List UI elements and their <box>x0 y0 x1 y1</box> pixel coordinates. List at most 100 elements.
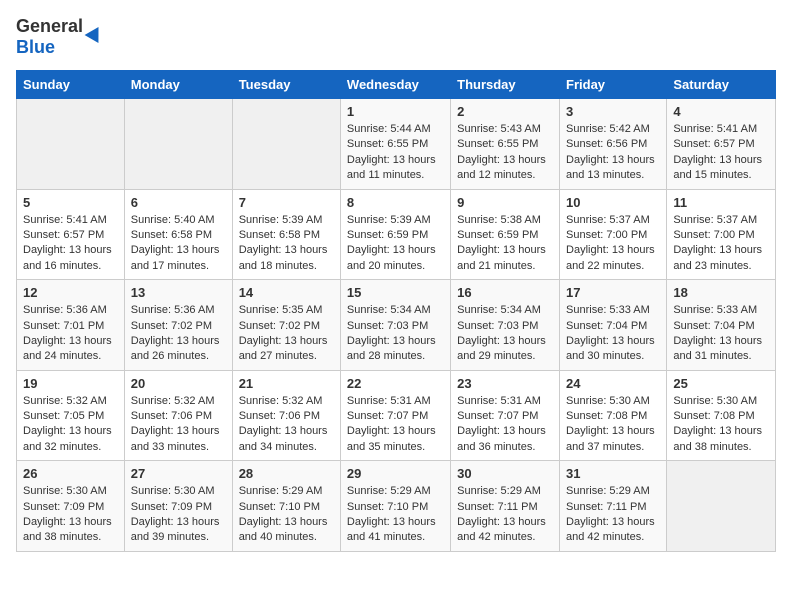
weekday-header-saturday: Saturday <box>667 71 776 99</box>
day-info: Sunrise: 5:42 AMSunset: 6:56 PMDaylight:… <box>566 122 660 184</box>
day-info: Sunrise: 5:39 AMSunset: 6:58 PMDaylight:… <box>239 213 334 275</box>
weekday-header-row: SundayMondayTuesdayWednesdayThursdayFrid… <box>17 71 776 99</box>
day-number: 16 <box>457 285 553 300</box>
calendar-cell: 7 Sunrise: 5:39 AMSunset: 6:58 PMDaylight… <box>232 189 340 280</box>
calendar-cell: 18 Sunrise: 5:33 AMSunset: 7:04 PMDayligh… <box>667 280 776 371</box>
day-info: Sunrise: 5:34 AMSunset: 7:03 PMDaylight:… <box>347 303 444 365</box>
calendar-cell <box>124 99 232 190</box>
logo-row: General Blue <box>16 16 103 58</box>
day-info: Sunrise: 5:38 AMSunset: 6:59 PMDaylight:… <box>457 213 553 275</box>
day-number: 18 <box>673 285 769 300</box>
day-info: Sunrise: 5:39 AMSunset: 6:59 PMDaylight:… <box>347 213 444 275</box>
calendar-cell: 8Sunrise: 5:39 AMSunset: 6:59 PMDaylight… <box>340 189 450 280</box>
calendar-week-row: 5 Sunrise: 5:41 AMSunset: 6:57 PMDaylight… <box>17 189 776 280</box>
day-number: 2 <box>457 104 553 119</box>
day-number: 17 <box>566 285 660 300</box>
logo-text-group: General Blue <box>16 16 83 58</box>
day-number: 27 <box>131 466 226 481</box>
day-info: Sunrise: 5:34 AMSunset: 7:03 PMDaylight:… <box>457 303 553 365</box>
logo: General Blue <box>16 16 103 58</box>
day-number: 10 <box>566 195 660 210</box>
day-number: 20 <box>131 376 226 391</box>
weekday-header-thursday: Thursday <box>451 71 560 99</box>
day-info: Sunrise: 5:44 AMSunset: 6:55 PMDaylight:… <box>347 122 444 184</box>
weekday-header-monday: Monday <box>124 71 232 99</box>
day-number: 13 <box>131 285 226 300</box>
weekday-header-tuesday: Tuesday <box>232 71 340 99</box>
logo-general-label: General <box>16 16 83 37</box>
calendar-cell: 29 Sunrise: 5:29 AMSunset: 7:10 PMDayligh… <box>340 461 450 552</box>
calendar-cell: 15 Sunrise: 5:34 AMSunset: 7:03 PMDayligh… <box>340 280 450 371</box>
day-info: Sunrise: 5:41 AMSunset: 6:57 PMDaylight:… <box>23 213 118 275</box>
calendar-cell: 31Sunrise: 5:29 AMSunset: 7:11 PMDayligh… <box>560 461 667 552</box>
calendar-cell: 6Sunrise: 5:40 AMSunset: 6:58 PMDaylight… <box>124 189 232 280</box>
calendar-cell: 17 Sunrise: 5:33 AMSunset: 7:04 PMDayligh… <box>560 280 667 371</box>
calendar-cell: 22 Sunrise: 5:31 AMSunset: 7:07 PMDayligh… <box>340 370 450 461</box>
day-info: Sunrise: 5:37 AMSunset: 7:00 PMDaylight:… <box>566 213 660 275</box>
calendar-week-row: 26 Sunrise: 5:30 AMSunset: 7:09 PMDayligh… <box>17 461 776 552</box>
day-info: Sunrise: 5:30 AMSunset: 7:09 PMDaylight:… <box>23 484 118 546</box>
day-info: Sunrise: 5:35 AMSunset: 7:02 PMDaylight:… <box>239 303 334 365</box>
calendar-table: SundayMondayTuesdayWednesdayThursdayFrid… <box>16 70 776 552</box>
day-number: 12 <box>23 285 118 300</box>
day-number: 23 <box>457 376 553 391</box>
calendar-cell: 28Sunrise: 5:29 AMSunset: 7:10 PMDayligh… <box>232 461 340 552</box>
calendar-cell: 19 Sunrise: 5:32 AMSunset: 7:05 PMDayligh… <box>17 370 125 461</box>
calendar-cell: 16 Sunrise: 5:34 AMSunset: 7:03 PMDayligh… <box>451 280 560 371</box>
calendar-week-row: 1 Sunrise: 5:44 AMSunset: 6:55 PMDaylight… <box>17 99 776 190</box>
day-info: Sunrise: 5:32 AMSunset: 7:06 PMDaylight:… <box>131 394 226 456</box>
calendar-cell: 14 Sunrise: 5:35 AMSunset: 7:02 PMDayligh… <box>232 280 340 371</box>
calendar-cell: 10 Sunrise: 5:37 AMSunset: 7:00 PMDayligh… <box>560 189 667 280</box>
weekday-header-friday: Friday <box>560 71 667 99</box>
day-number: 7 <box>239 195 334 210</box>
calendar-cell: 24 Sunrise: 5:30 AMSunset: 7:08 PMDayligh… <box>560 370 667 461</box>
day-info: Sunrise: 5:29 AMSunset: 7:11 PMDaylight:… <box>566 484 660 546</box>
day-number: 26 <box>23 466 118 481</box>
day-info: Sunrise: 5:33 AMSunset: 7:04 PMDaylight:… <box>673 303 769 365</box>
day-number: 25 <box>673 376 769 391</box>
day-info: Sunrise: 5:37 AMSunset: 7:00 PMDaylight:… <box>673 213 769 275</box>
calendar-cell: 25Sunrise: 5:30 AMSunset: 7:08 PMDayligh… <box>667 370 776 461</box>
day-info: Sunrise: 5:29 AMSunset: 7:10 PMDaylight:… <box>239 484 334 546</box>
calendar-cell: 23 Sunrise: 5:31 AMSunset: 7:07 PMDayligh… <box>451 370 560 461</box>
weekday-header-sunday: Sunday <box>17 71 125 99</box>
calendar-cell: 11 Sunrise: 5:37 AMSunset: 7:00 PMDayligh… <box>667 189 776 280</box>
logo-triangle-icon <box>85 23 106 43</box>
day-info: Sunrise: 5:32 AMSunset: 7:06 PMDaylight:… <box>239 394 334 456</box>
calendar-cell: 1 Sunrise: 5:44 AMSunset: 6:55 PMDaylight… <box>340 99 450 190</box>
day-number: 29 <box>347 466 444 481</box>
calendar-cell: 5 Sunrise: 5:41 AMSunset: 6:57 PMDaylight… <box>17 189 125 280</box>
day-info: Sunrise: 5:33 AMSunset: 7:04 PMDaylight:… <box>566 303 660 365</box>
day-number: 5 <box>23 195 118 210</box>
day-number: 11 <box>673 195 769 210</box>
logo-blue-label: Blue <box>16 37 83 58</box>
day-info: Sunrise: 5:32 AMSunset: 7:05 PMDaylight:… <box>23 394 118 456</box>
day-number: 4 <box>673 104 769 119</box>
day-number: 24 <box>566 376 660 391</box>
calendar-cell <box>667 461 776 552</box>
calendar-cell: 12Sunrise: 5:36 AMSunset: 7:01 PMDayligh… <box>17 280 125 371</box>
day-number: 15 <box>347 285 444 300</box>
day-info: Sunrise: 5:31 AMSunset: 7:07 PMDaylight:… <box>347 394 444 456</box>
day-number: 6 <box>131 195 226 210</box>
day-info: Sunrise: 5:29 AMSunset: 7:11 PMDaylight:… <box>457 484 553 546</box>
day-info: Sunrise: 5:31 AMSunset: 7:07 PMDaylight:… <box>457 394 553 456</box>
weekday-header-wednesday: Wednesday <box>340 71 450 99</box>
day-info: Sunrise: 5:30 AMSunset: 7:09 PMDaylight:… <box>131 484 226 546</box>
day-number: 19 <box>23 376 118 391</box>
calendar-cell <box>232 99 340 190</box>
calendar-cell: 20 Sunrise: 5:32 AMSunset: 7:06 PMDayligh… <box>124 370 232 461</box>
day-info: Sunrise: 5:30 AMSunset: 7:08 PMDaylight:… <box>566 394 660 456</box>
day-number: 1 <box>347 104 444 119</box>
day-info: Sunrise: 5:36 AMSunset: 7:02 PMDaylight:… <box>131 303 226 365</box>
day-number: 22 <box>347 376 444 391</box>
calendar-cell: 9Sunrise: 5:38 AMSunset: 6:59 PMDaylight… <box>451 189 560 280</box>
day-number: 21 <box>239 376 334 391</box>
day-info: Sunrise: 5:29 AMSunset: 7:10 PMDaylight:… <box>347 484 444 546</box>
day-info: Sunrise: 5:41 AMSunset: 6:57 PMDaylight:… <box>673 122 769 184</box>
calendar-cell: 21 Sunrise: 5:32 AMSunset: 7:06 PMDayligh… <box>232 370 340 461</box>
day-number: 30 <box>457 466 553 481</box>
page-header: General Blue <box>16 16 776 58</box>
calendar-cell <box>17 99 125 190</box>
day-number: 14 <box>239 285 334 300</box>
